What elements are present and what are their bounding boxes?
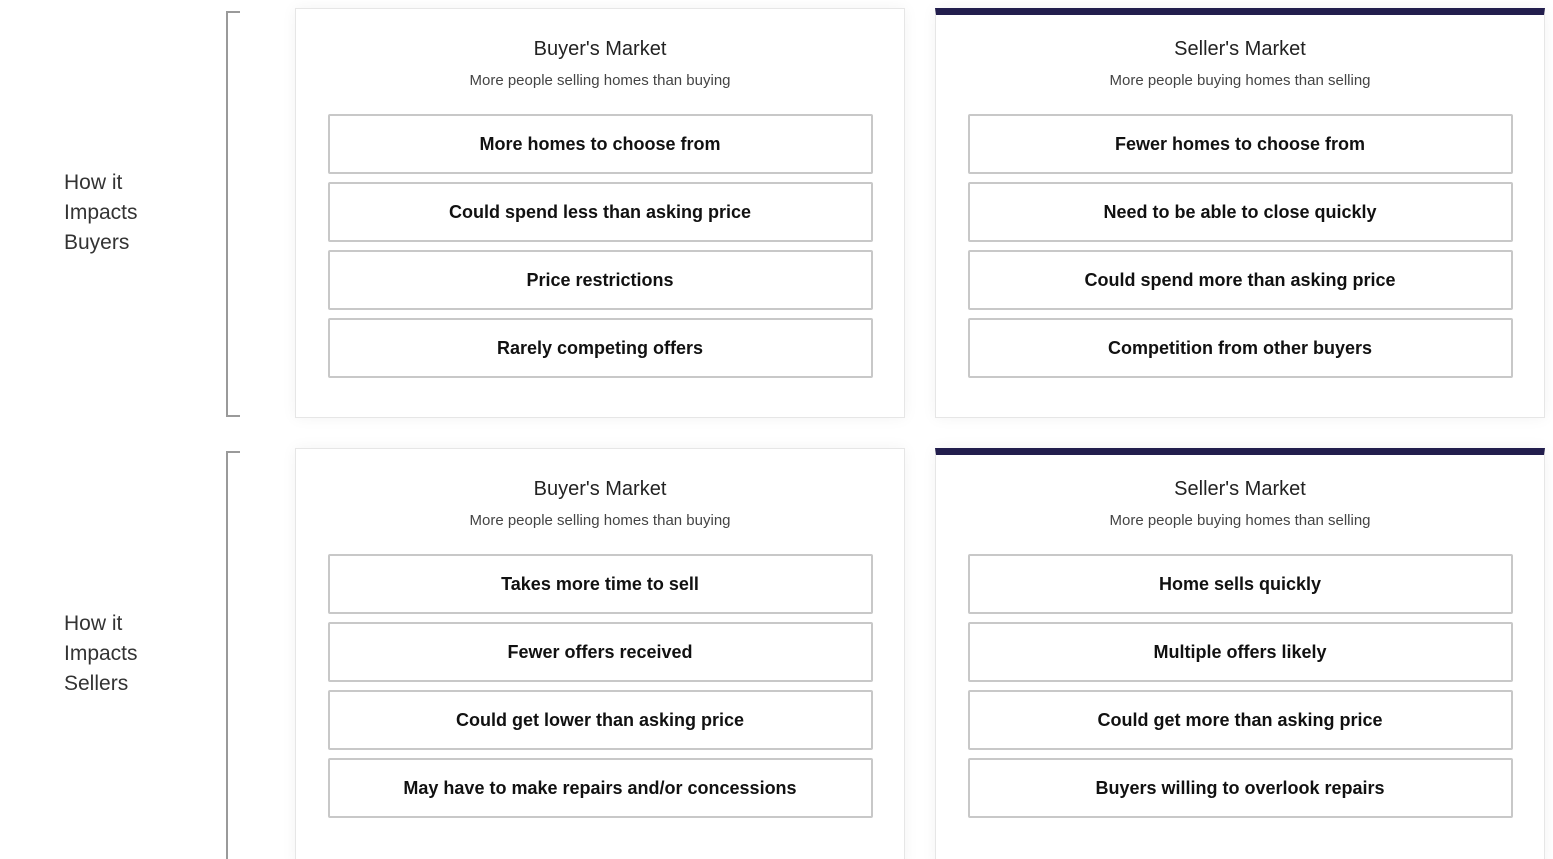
row-label-buyers: How it Impacts Buyers xyxy=(64,168,194,258)
bracket-buyers xyxy=(226,11,240,417)
row-label-line: Impacts xyxy=(64,201,138,224)
list-item[interactable]: Home sells quickly xyxy=(967,554,1513,614)
item-list: More homes to choose from Could spend le… xyxy=(327,114,873,378)
list-item[interactable]: Could get more than asking price xyxy=(967,690,1513,750)
card-subtitle: More people selling homes than buying xyxy=(469,72,731,89)
card-title: Buyer's Market xyxy=(533,38,667,60)
item-list: Takes more time to sell Fewer offers rec… xyxy=(327,554,873,818)
row-label-line: How it xyxy=(64,612,123,635)
card-title: Seller's Market xyxy=(1174,478,1306,500)
card-subtitle: More people buying homes than selling xyxy=(1109,512,1371,529)
bracket-sellers xyxy=(226,451,240,859)
list-item[interactable]: Multiple offers likely xyxy=(967,622,1513,682)
list-item[interactable]: Takes more time to sell xyxy=(327,554,873,614)
item-list: Home sells quickly Multiple offers likel… xyxy=(967,554,1513,818)
row-label-line: Impacts xyxy=(64,642,138,665)
card-buyers-sellers-market: Seller's Market More people buying homes… xyxy=(935,8,1545,418)
row-label-line: Sellers xyxy=(64,672,129,695)
card-sellers-sellers-market: Seller's Market More people buying homes… xyxy=(935,448,1545,859)
list-item[interactable]: May have to make repairs and/or concessi… xyxy=(327,758,873,818)
card-subtitle: More people selling homes than buying xyxy=(469,512,731,529)
row-label-sellers: How it Impacts Sellers xyxy=(64,609,194,699)
list-item[interactable]: Need to be able to close quickly xyxy=(967,182,1513,242)
row-label-line: Buyers xyxy=(64,231,130,254)
item-list: Fewer homes to choose from Need to be ab… xyxy=(967,114,1513,378)
list-item[interactable]: Price restrictions xyxy=(327,250,873,310)
card-subtitle: More people buying homes than selling xyxy=(1109,72,1371,89)
row-label-line: How it xyxy=(64,171,123,194)
card-title: Buyer's Market xyxy=(533,478,667,500)
list-item[interactable]: Fewer homes to choose from xyxy=(967,114,1513,174)
list-item[interactable]: Competition from other buyers xyxy=(967,318,1513,378)
card-title: Seller's Market xyxy=(1174,38,1306,60)
market-comparison-page: How it Impacts Buyers How it Impacts Sel… xyxy=(0,0,1553,859)
list-item[interactable]: More homes to choose from xyxy=(327,114,873,174)
list-item[interactable]: Could get lower than asking price xyxy=(327,690,873,750)
list-item[interactable]: Could spend less than asking price xyxy=(327,182,873,242)
card-sellers-buyers-market: Buyer's Market More people selling homes… xyxy=(295,448,905,859)
list-item[interactable]: Rarely competing offers xyxy=(327,318,873,378)
card-buyers-buyers-market: Buyer's Market More people selling homes… xyxy=(295,8,905,418)
list-item[interactable]: Buyers willing to overlook repairs xyxy=(967,758,1513,818)
list-item[interactable]: Could spend more than asking price xyxy=(967,250,1513,310)
list-item[interactable]: Fewer offers received xyxy=(327,622,873,682)
